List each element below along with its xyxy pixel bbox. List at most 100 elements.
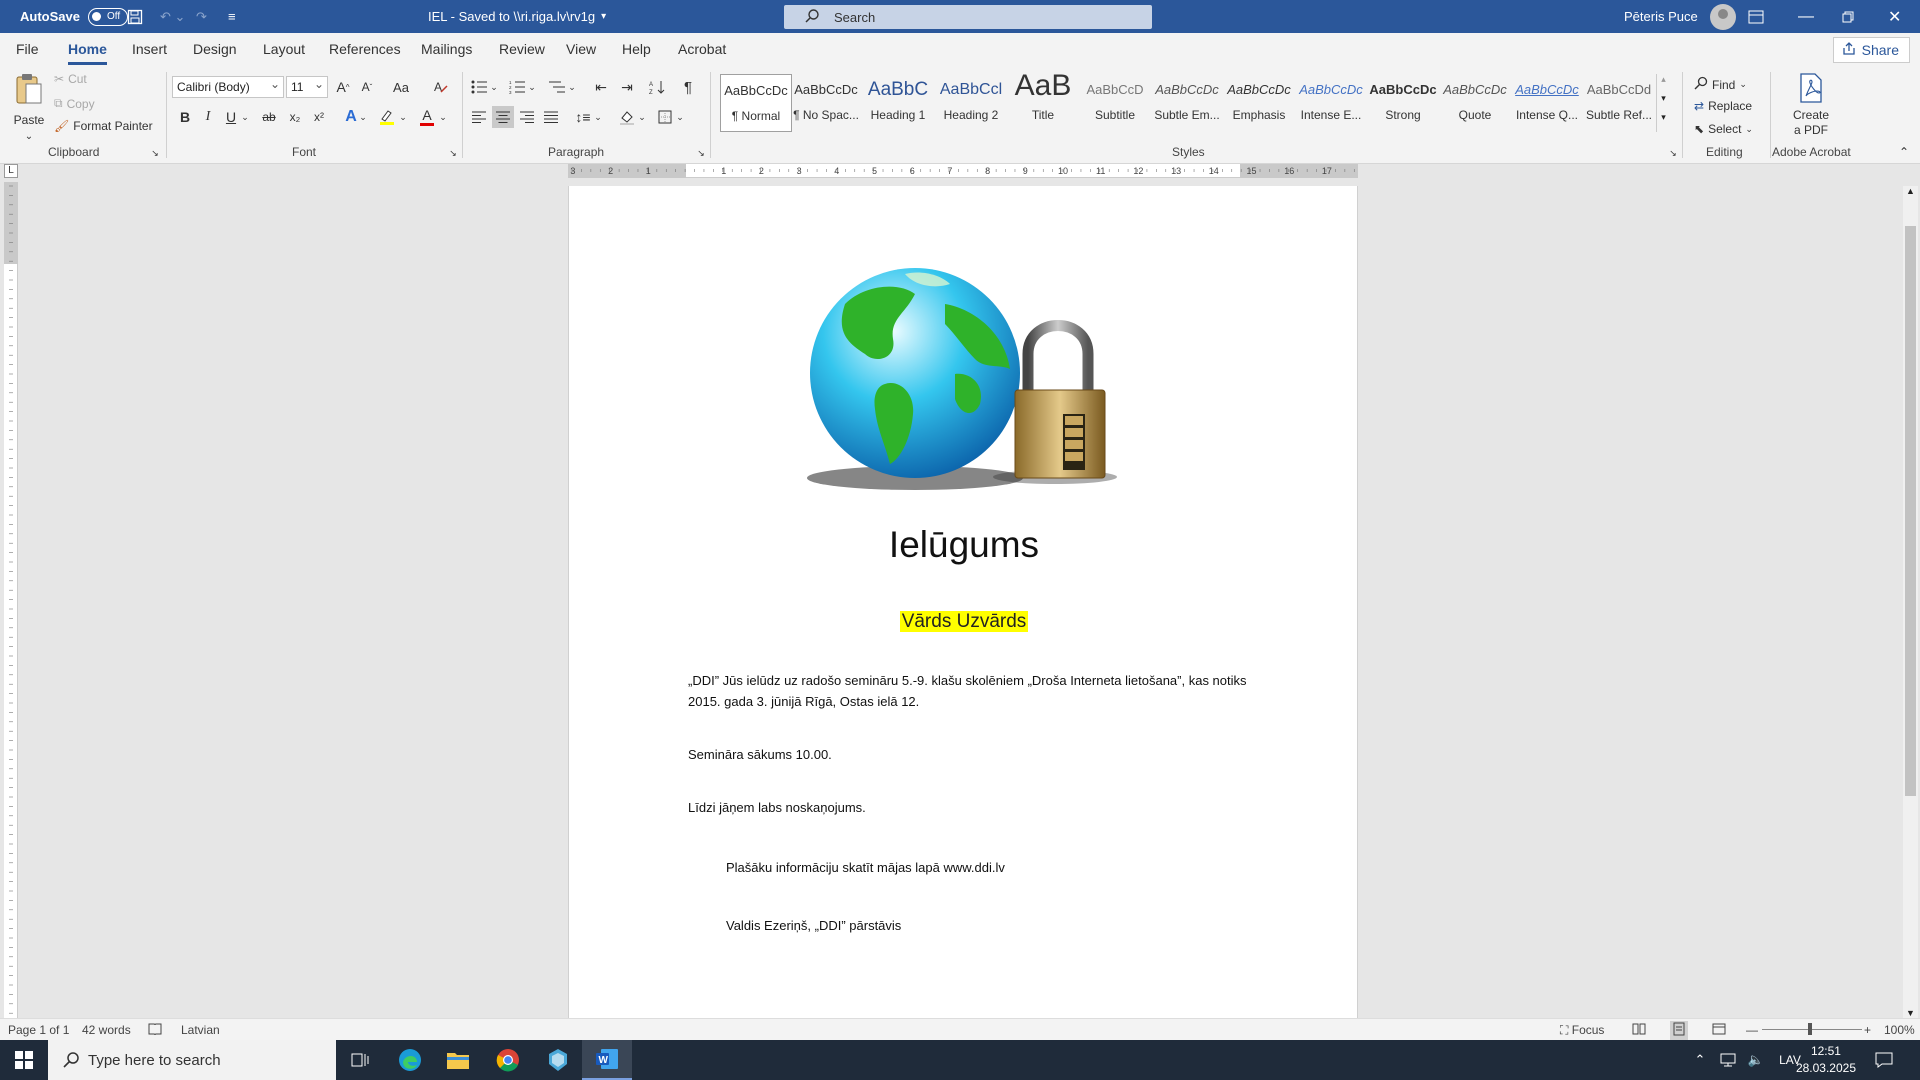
font-size-select[interactable]: 11: [286, 76, 328, 98]
page-count[interactable]: Page 1 of 1: [8, 1023, 69, 1037]
globe-padlock-image[interactable]: [805, 264, 1125, 490]
zoom-out-icon[interactable]: —: [1746, 1023, 1758, 1037]
copy-button[interactable]: ⧉ Copy: [54, 96, 95, 111]
notifications-icon[interactable]: [1864, 1040, 1904, 1080]
word-count[interactable]: 42 words: [82, 1023, 131, 1037]
grow-font-icon[interactable]: A ^: [332, 76, 354, 98]
dialog-launcher-icon[interactable]: ↘: [694, 146, 708, 160]
cut-button[interactable]: ✂ Cut: [54, 72, 87, 86]
user-account[interactable]: Pēteris Puce: [1624, 0, 1736, 33]
tab-references[interactable]: References: [329, 41, 401, 57]
chevron-down-icon[interactable]: ⌄: [238, 106, 252, 128]
multilevel-list-icon[interactable]: [546, 76, 568, 98]
start-button[interactable]: [0, 1040, 48, 1080]
style-intense-emphasis[interactable]: AaBbCcDc Intense E...: [1295, 74, 1367, 132]
align-center-icon[interactable]: [492, 106, 514, 128]
select-button[interactable]: ⬉ Select ⌄: [1694, 122, 1753, 136]
replace-button[interactable]: ⇄ Replace: [1694, 99, 1752, 113]
align-left-icon[interactable]: [468, 106, 490, 128]
tab-design[interactable]: Design: [193, 41, 237, 57]
borders-icon[interactable]: [654, 106, 676, 128]
document-page[interactable]: Ielūgums Vārds Uzvārds „DDI” Jūs ielūdz …: [568, 186, 1358, 1018]
style-subtle-reference[interactable]: AaBbCcDd Subtle Ref...: [1583, 74, 1655, 132]
shading-icon[interactable]: [616, 106, 638, 128]
system-clock[interactable]: 12:51 28.03.2025: [1796, 1043, 1856, 1077]
chevron-down-icon[interactable]: ⌄: [674, 106, 686, 128]
tab-layout[interactable]: Layout: [263, 41, 305, 57]
bullets-icon[interactable]: [468, 76, 490, 98]
style-no-spacing[interactable]: AaBbCcDc ¶ No Spac...: [790, 74, 862, 132]
tab-file[interactable]: File: [16, 41, 39, 57]
signature-paragraph[interactable]: Valdis Ezeriņš, „DDI” pārstāvis: [726, 915, 1286, 936]
tab-help[interactable]: Help: [622, 41, 651, 57]
italic-button[interactable]: I: [197, 106, 219, 128]
collapse-ribbon-icon[interactable]: ⌃: [1896, 144, 1912, 160]
subscript-button[interactable]: x₂: [284, 106, 306, 128]
customize-qat-icon[interactable]: ≡: [228, 0, 236, 33]
more-styles-icon[interactable]: ▾: [1657, 112, 1670, 131]
bold-button[interactable]: B: [174, 106, 196, 128]
edge-browser-icon[interactable]: [386, 1040, 434, 1080]
zoom-in-icon[interactable]: +: [1864, 1023, 1871, 1037]
read-mode-icon[interactable]: [1632, 1023, 1646, 1038]
tab-review[interactable]: Review: [499, 41, 545, 57]
volume-icon[interactable]: 🔈: [1742, 1040, 1770, 1080]
format-painter-button[interactable]: 🖌 Format Painter: [54, 119, 153, 133]
scrollbar-thumb[interactable]: [1905, 226, 1916, 796]
style-heading-1[interactable]: AaBbC Heading 1: [862, 74, 934, 132]
scroll-up-icon[interactable]: ▲: [1903, 186, 1918, 196]
autosave-toggle[interactable]: Off: [87, 7, 128, 26]
share-button[interactable]: Share: [1832, 37, 1910, 63]
chevron-down-icon[interactable]: ⌄: [396, 106, 410, 128]
justify-icon[interactable]: [540, 106, 562, 128]
proofing-icon[interactable]: [148, 1023, 162, 1038]
sort-icon[interactable]: AZ: [646, 76, 668, 98]
tab-selector[interactable]: L: [4, 164, 18, 178]
dialog-launcher-icon[interactable]: ↘: [446, 146, 460, 160]
horizontal-ruler[interactable]: 3 2 1 1 2 3 4 5 6 7 8 9 10 11 12 13 14 15 16 17: [568, 164, 1358, 178]
style-title[interactable]: AaB Title: [1007, 74, 1079, 132]
show-hidden-icons-icon[interactable]: ⌃: [1686, 1040, 1714, 1080]
start-time-paragraph[interactable]: Semināra sākums 10.00.: [688, 744, 1248, 765]
chevron-down-icon[interactable]: ⌄: [566, 76, 578, 98]
tab-mailings[interactable]: Mailings: [421, 41, 472, 57]
font-family-select[interactable]: Calibri (Body): [172, 76, 284, 98]
style-subtle-emphasis[interactable]: AaBbCcDc Subtle Em...: [1151, 74, 1223, 132]
tab-insert[interactable]: Insert: [132, 41, 167, 57]
chevron-down-icon[interactable]: ⌄: [488, 76, 500, 98]
mood-paragraph[interactable]: Līdzi jāņem labs noskaņojums.: [688, 797, 1248, 818]
increase-indent-icon[interactable]: ⇥: [616, 76, 638, 98]
tab-view[interactable]: View: [566, 41, 596, 57]
vertical-ruler[interactable]: [4, 182, 18, 1018]
app-shield-icon[interactable]: [534, 1040, 582, 1080]
style-subtitle[interactable]: AaBbCcD Subtitle: [1079, 74, 1151, 132]
strikethrough-button[interactable]: ab: [258, 106, 280, 128]
style-intense-quote[interactable]: AaBbCcDc Intense Q...: [1511, 74, 1583, 132]
chevron-down-icon[interactable]: ⌄: [592, 106, 604, 128]
paste-button[interactable]: Paste ⌄: [10, 72, 48, 142]
web-layout-icon[interactable]: [1712, 1023, 1726, 1038]
font-color-icon[interactable]: A: [416, 106, 438, 128]
style-heading-2[interactable]: AaBbCcl Heading 2: [935, 74, 1007, 132]
zoom-level[interactable]: 100%: [1884, 1023, 1915, 1037]
restore-icon[interactable]: [1842, 0, 1854, 33]
zoom-slider-handle[interactable]: [1808, 1023, 1812, 1035]
ribbon-display-options-icon[interactable]: [1748, 0, 1764, 33]
print-layout-icon[interactable]: [1670, 1021, 1688, 1040]
style-emphasis[interactable]: AaBbCcDc Emphasis: [1223, 74, 1295, 132]
chevron-down-icon[interactable]: ⌄: [636, 106, 648, 128]
undo-icon[interactable]: ↶ ⌄: [160, 0, 185, 33]
scroll-down-icon[interactable]: ▾: [1657, 93, 1670, 112]
taskbar-search-input[interactable]: Type here to search: [48, 1040, 336, 1080]
show-formatting-marks-icon[interactable]: ¶: [677, 76, 699, 98]
word-app-icon[interactable]: W: [582, 1040, 632, 1080]
shrink-font-icon[interactable]: Aˇ: [356, 76, 378, 98]
chevron-down-icon[interactable]: ⌄: [526, 76, 538, 98]
redo-icon[interactable]: ↷: [196, 0, 207, 33]
style-normal[interactable]: AaBbCcDc ¶ Normal: [720, 74, 792, 132]
scroll-up-icon[interactable]: ▴: [1657, 74, 1670, 93]
align-right-icon[interactable]: [516, 106, 538, 128]
search-input[interactable]: Search: [784, 5, 1152, 29]
language-indicator[interactable]: Latvian: [181, 1023, 220, 1037]
style-quote[interactable]: AaBbCcDc Quote: [1439, 74, 1511, 132]
